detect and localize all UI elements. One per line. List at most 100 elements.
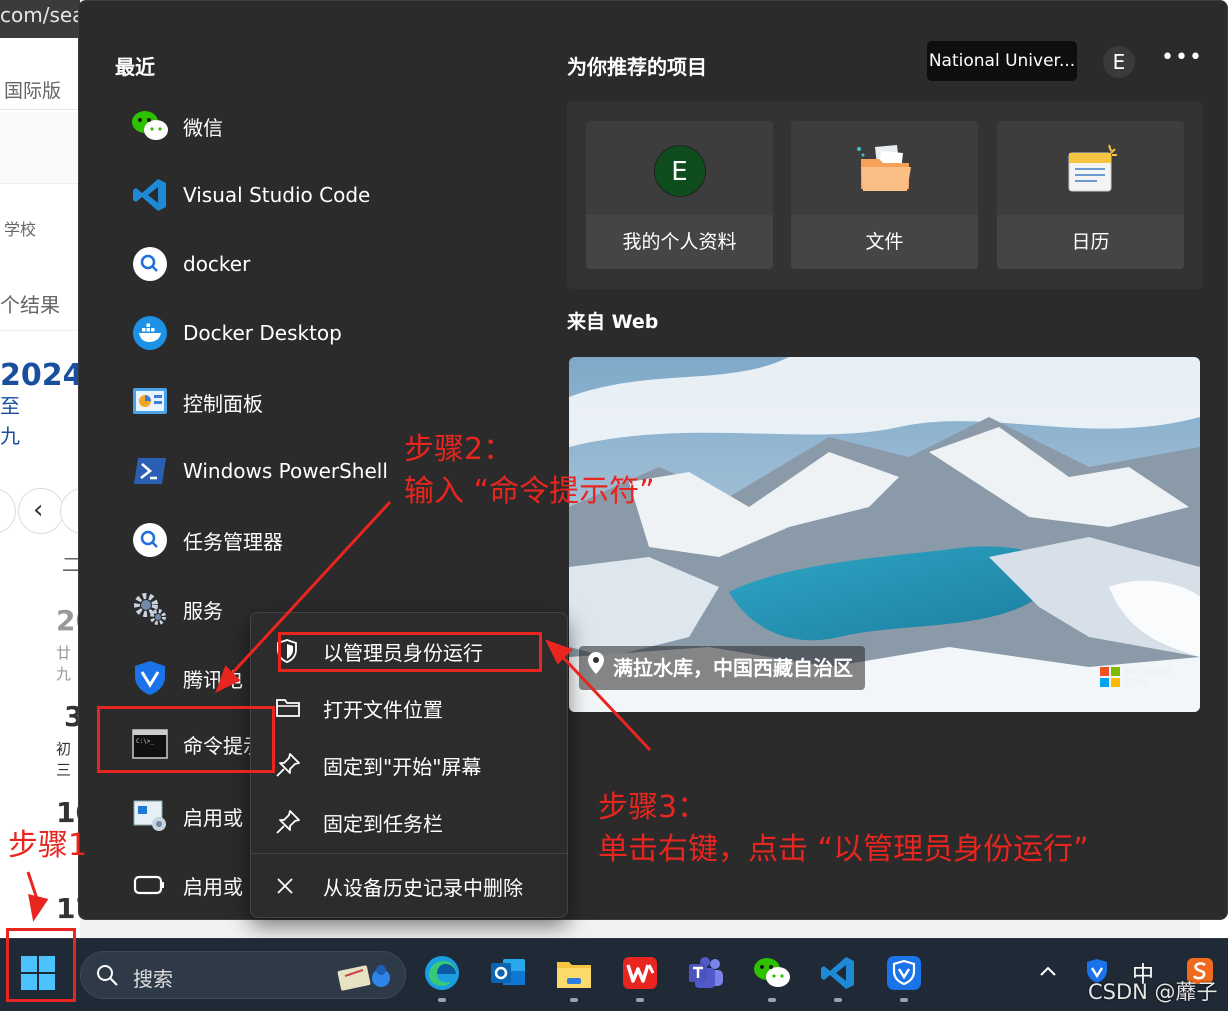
recent-item-label: 启用或 — [183, 874, 243, 899]
calendar-day[interactable]: 10 — [56, 796, 80, 829]
menu-item-label: 固定到任务栏 — [323, 811, 443, 836]
prev-button[interactable]: ‹ — [18, 488, 64, 534]
close-icon — [257, 876, 301, 896]
powershell-icon — [131, 452, 169, 490]
file-explorer-icon[interactable] — [554, 953, 594, 993]
annotation-step3-title: 步骤3： — [598, 790, 708, 825]
location-pin-icon — [587, 646, 605, 690]
recent-item-docker-desktop[interactable]: Docker Desktop — [131, 308, 601, 358]
wechat-icon[interactable] — [752, 953, 792, 993]
web-caption[interactable]: 满拉水库，中国西藏自治区 — [579, 646, 865, 690]
taskbar: 搜索 中 — [0, 938, 1228, 1011]
date-line-1: 至 — [0, 394, 20, 418]
menu-open-file-location[interactable]: 打开文件位置 — [257, 683, 561, 733]
tab-international[interactable]: 国际版 — [4, 76, 61, 103]
more-options-button[interactable]: ••• — [1161, 45, 1203, 70]
profile-initial: E — [671, 157, 688, 187]
docker-icon — [131, 314, 169, 352]
account-button[interactable]: National Univer... — [927, 41, 1077, 81]
vscode-icon[interactable] — [818, 953, 858, 993]
menu-divider — [251, 853, 567, 854]
recent-item-wechat[interactable]: 微信 — [131, 101, 601, 151]
profile-avatar-icon: E — [653, 145, 706, 197]
filter-school[interactable]: 学校 — [4, 216, 36, 240]
search-placeholder: 搜索 — [133, 967, 173, 991]
annotation-step3-text: 单击右键，点击 “以管理员身份运行” — [598, 832, 1089, 867]
menu-pin-to-taskbar[interactable]: 固定到任务栏 — [257, 797, 561, 847]
calendar-lunar: 廿九 — [56, 644, 72, 683]
annotation-box-run-as-admin — [278, 632, 542, 672]
teams-icon[interactable] — [686, 953, 726, 993]
bing-label-2: Bing — [1123, 676, 1149, 689]
running-indicator — [768, 998, 776, 1002]
calendar-lunar: 初三 — [56, 740, 72, 779]
annotation-step2-text: 输入 “命令提示符” — [404, 474, 655, 509]
annotation-box-start — [6, 928, 76, 1002]
running-indicator — [570, 998, 578, 1002]
running-indicator — [834, 998, 842, 1002]
windows-features-icon — [131, 797, 169, 835]
annotation-box-cmd — [97, 706, 275, 773]
tile-files[interactable]: 文件 — [791, 121, 978, 269]
tencent-shield-icon[interactable] — [884, 953, 924, 993]
recent-item-label: 腾讯电 — [183, 667, 243, 692]
recommended-panel: E 我的个人资料 文件 日历 — [567, 101, 1203, 289]
browser-url-bar[interactable]: com/sear — [0, 0, 80, 38]
control-panel-icon — [131, 383, 169, 421]
search-icon — [131, 245, 169, 283]
search-icon — [131, 521, 169, 559]
search-icon — [95, 963, 119, 991]
avatar[interactable]: E — [1103, 46, 1135, 78]
recent-title: 最近 — [115, 55, 155, 79]
tencent-shield-icon — [131, 659, 169, 697]
nav-circle-right[interactable] — [60, 488, 80, 534]
calendar-icon — [1061, 143, 1121, 201]
running-indicator — [438, 998, 446, 1002]
search-highlight-icon — [335, 958, 395, 998]
recent-item-label: 控制面板 — [183, 391, 263, 416]
nav-circle-left[interactable] — [0, 488, 16, 534]
tile-label: 日历 — [997, 215, 1184, 269]
recent-item-label: 启用或 — [183, 805, 243, 830]
recent-item-task-manager[interactable]: 任务管理器 — [131, 515, 601, 565]
edge-icon[interactable] — [422, 953, 462, 993]
microsoft-bing-logo: Microsoft Bing — [1099, 666, 1174, 689]
year-heading: 2024年 — [0, 358, 80, 393]
menu-item-label: 从设备历史记录中删除 — [323, 875, 523, 900]
date-line-2: 九 — [0, 424, 20, 448]
menu-item-label: 固定到"开始"屏幕 — [323, 754, 482, 779]
gear-icon — [131, 590, 169, 628]
toggle-icon — [131, 866, 169, 904]
tile-label: 我的个人资料 — [586, 215, 773, 269]
recent-item-control-panel[interactable]: 控制面板 — [131, 377, 601, 427]
outlook-icon[interactable] — [488, 953, 528, 993]
annotation-step1: 步骤1 — [8, 828, 88, 863]
pin-icon — [257, 809, 301, 835]
taskbar-search[interactable]: 搜索 — [80, 951, 406, 999]
annotation-step2-title: 步骤2： — [404, 432, 514, 467]
web-title: 来自 Web — [567, 311, 659, 333]
calendar-day[interactable]: 20 — [56, 604, 80, 637]
recent-item-label: 任务管理器 — [183, 529, 283, 554]
running-indicator — [900, 998, 908, 1002]
tile-label: 文件 — [791, 215, 978, 269]
running-indicator — [636, 998, 644, 1002]
background-browser-page: com/sear 国际版 学校 个结果 2024年 至 九 ‹ 二 20 廿九 … — [0, 0, 80, 940]
recent-item-label: 服务 — [183, 598, 223, 623]
recent-item-vscode[interactable]: Visual Studio Code — [131, 170, 601, 220]
wechat-icon — [131, 107, 169, 145]
recent-item-docker-search[interactable]: docker — [131, 239, 601, 289]
recent-item-label: Docker Desktop — [183, 321, 342, 345]
tile-calendar[interactable]: 日历 — [997, 121, 1184, 269]
web-image-card[interactable]: 满拉水库，中国西藏自治区 Microsoft Bing — [569, 357, 1200, 712]
microsoft-logo-icon — [1099, 667, 1120, 687]
menu-pin-to-start[interactable]: 固定到"开始"屏幕 — [257, 740, 561, 790]
vscode-icon — [131, 176, 169, 214]
tile-profile[interactable]: E 我的个人资料 — [586, 121, 773, 269]
menu-remove-from-history[interactable]: 从设备历史记录中删除 — [257, 861, 561, 911]
folder-icon — [853, 143, 917, 199]
wps-icon[interactable] — [620, 953, 660, 993]
chevron-up-icon[interactable] — [1038, 961, 1058, 987]
calendar-day[interactable]: 17 — [56, 892, 80, 925]
recent-item-label: Windows PowerShell — [183, 459, 388, 483]
